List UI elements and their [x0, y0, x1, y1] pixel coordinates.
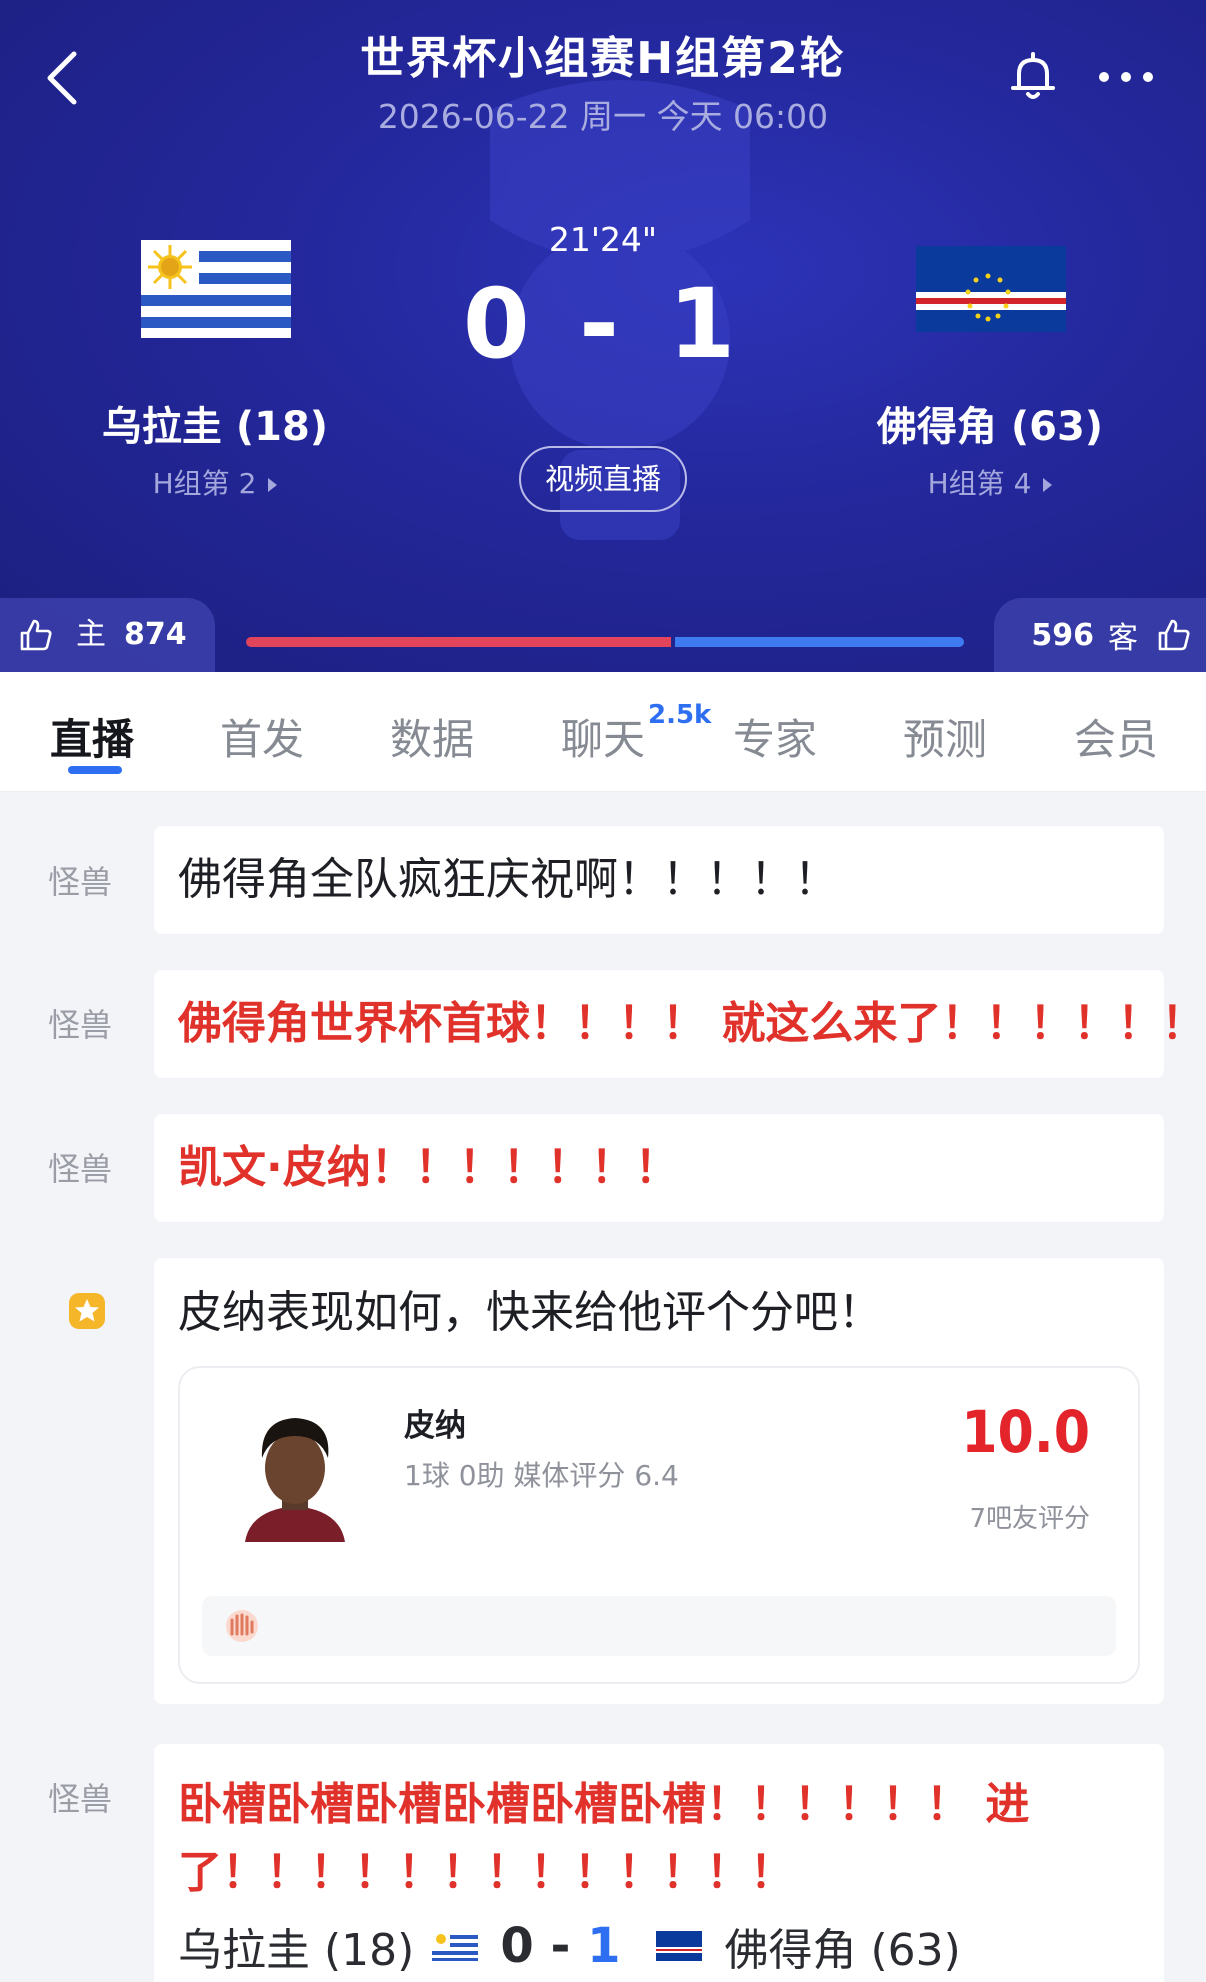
player-rating-card[interactable]: 皮纳 1球 0助 媒体评分 6.4 10.0 7吧友评分: [178, 1366, 1140, 1684]
summary-away-team: 佛得角 (63): [724, 1925, 961, 1976]
tab-prediction[interactable]: 预测: [903, 706, 987, 767]
match-header: 世界杯小组赛H组第2轮 2026-06-22 周一 今天 06:00 21'24…: [0, 0, 1206, 672]
thumb-up-icon: [20, 619, 52, 651]
chevron-right-icon: [1043, 478, 1053, 492]
player-name: 皮纳: [404, 1408, 466, 1444]
home-vote-count: 874: [124, 617, 187, 652]
clapping-hands-icon[interactable]: [220, 1604, 264, 1648]
uruguay-flag-icon: [432, 1931, 479, 1961]
feed-message: 凯文·皮纳！！！！！！！: [154, 1114, 1164, 1222]
away-vote-label: 客: [1108, 621, 1138, 656]
chat-count-badge: 2.5k: [648, 700, 712, 730]
away-team-rank-link[interactable]: H组第 4: [860, 462, 1120, 502]
player-stats: 1球 0助 媒体评分 6.4: [404, 1459, 679, 1492]
feed-author: 怪兽: [48, 1780, 113, 1818]
home-vote-label: 主: [76, 617, 106, 652]
active-tab-indicator: [68, 766, 122, 774]
feed-message: 佛得角全队疯狂庆祝啊！！！！！: [154, 826, 1164, 934]
feed-message-text: 卧槽卧槽卧槽卧槽卧槽卧槽！！！！！！ 进: [178, 1779, 1030, 1830]
feed-message-text: 凯文·皮纳！！！！！！！: [178, 1142, 679, 1193]
home-vote-button[interactable]: 主 874: [0, 598, 215, 672]
away-vote-button[interactable]: 596 客: [994, 598, 1206, 672]
away-vote-bar: [675, 637, 964, 647]
summary-away-score: 1: [587, 1918, 621, 1974]
feed-message-text-continued: 了！！！！！！！！！！！！！: [178, 1847, 794, 1898]
home-vote-bar: [246, 637, 671, 647]
away-vote-count: 596: [1031, 617, 1094, 653]
feed-author: 怪兽: [48, 863, 113, 901]
feed-message: 佛得角世界杯首球！！！！ 就这么来了！！！！！！: [154, 970, 1206, 1078]
tab-chat[interactable]: 聊天: [561, 706, 645, 767]
away-rank-text: H组第 4: [927, 467, 1032, 500]
match-score: 0 - 1: [462, 268, 744, 380]
away-team-name[interactable]: 佛得角 (63): [820, 394, 1160, 452]
match-clock: 21'24": [548, 220, 658, 259]
feed-message-text: 佛得角世界杯首球！！！！ 就这么来了！！！！！！: [178, 998, 1206, 1049]
tab-membership[interactable]: 会员: [1074, 706, 1158, 767]
tab-lineup[interactable]: 首发: [220, 706, 304, 767]
summary-home-team: 乌拉圭 (18): [178, 1925, 415, 1976]
thumb-up-icon: [1158, 619, 1190, 651]
summary-dash: -: [550, 1918, 571, 1974]
tab-live[interactable]: 直播: [50, 706, 134, 767]
score-summary: 乌拉圭 (18) 0 - 1 佛得角 (63): [178, 1914, 961, 1978]
tab-stats[interactable]: 数据: [390, 706, 474, 767]
star-badge-icon: [69, 1293, 105, 1329]
feed-author: 怪兽: [48, 1006, 113, 1044]
summary-score: 0 - 1: [500, 1918, 620, 1974]
video-live-button[interactable]: 视频直播: [519, 446, 687, 512]
more-options-icon[interactable]: [1096, 62, 1156, 92]
feed-message-text: 佛得角全队疯狂庆祝啊！！！！！: [178, 854, 838, 905]
chevron-right-icon: [268, 478, 278, 492]
summary-home-score: 0: [500, 1918, 534, 1974]
home-team-name[interactable]: 乌拉圭 (18): [45, 394, 385, 452]
feed-author: 怪兽: [48, 1150, 113, 1188]
rate-input-area[interactable]: [202, 1596, 1116, 1656]
rating-count: 7吧友评分: [969, 1504, 1090, 1534]
home-team-rank-link[interactable]: H组第 2: [85, 462, 345, 502]
bell-icon[interactable]: [1005, 48, 1061, 104]
tab-bar: 直播 首发 数据 聊天 2.5k 专家 预测 会员: [0, 672, 1206, 792]
tab-experts[interactable]: 专家: [733, 706, 817, 767]
home-rank-text: H组第 2: [152, 467, 257, 500]
rating-score: 10.0: [961, 1398, 1090, 1466]
player-avatar: [245, 1418, 345, 1542]
rating-prompt-text: 皮纳表现如何，快来给他评个分吧！: [178, 1287, 882, 1338]
cape-verde-flag-icon: [656, 1931, 703, 1961]
